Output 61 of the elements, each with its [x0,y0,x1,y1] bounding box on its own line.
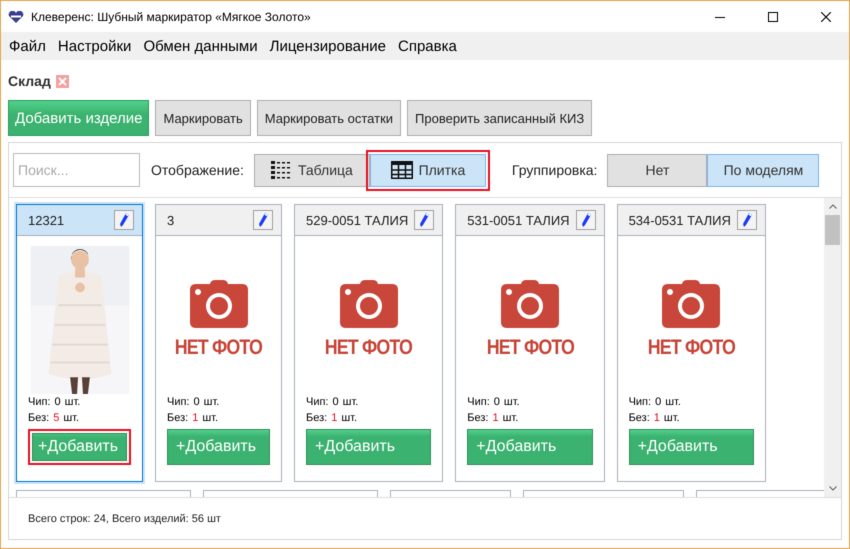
tile-title: 534-0531 ТАЛИЯ [628,212,731,228]
stat-count: 1 [654,412,660,424]
stat-unit: шт. [202,412,218,424]
stat-label: Без: [467,412,488,424]
stat-label: Без: [28,412,50,424]
grouping-toggle[interactable]: Нет [607,154,708,186]
view-toggle[interactable]: Таблица [254,154,370,186]
tile-title: 3 [167,212,176,228]
stat-count: 5 [53,412,60,424]
product-tile[interactable]: 529-0051 ТАЛИЯ НЕТ ФОТО Чип: 0 шт. Без: 1 шт. +Добавить [294,204,444,482]
grouping-toggle[interactable]: По моделям [707,154,820,186]
no-photo-label: НЕТ ФОТО [486,336,574,360]
stat-count: 0 [655,396,662,408]
stat-count: 0 [332,396,339,408]
stat-label: Без: [628,412,650,424]
stat-label: Чип: [467,396,490,408]
menu-item[interactable]: Настройки [52,38,138,54]
section-title: Склад [8,73,51,89]
stat-count: 0 [194,396,200,408]
menu-item[interactable]: Файл [3,38,52,54]
toolbar-button[interactable]: Маркировать остатки [256,100,402,136]
stat-label: Чип: [28,396,50,408]
window-title: Клеверенс: Шубный маркиратор «Мягкое Золото» [31,10,312,24]
tile-title: 12321 [28,212,66,228]
grouping-label: Группировка: [512,162,598,178]
menu-item[interactable]: Справка [392,38,463,54]
product-tile[interactable]: 12321 Чип: 0 шт. Без: 5 шт. +Добавить [16,204,143,482]
toolbar-button[interactable]: Проверить записанный КИЗ [407,100,592,136]
stat-count: 0 [54,396,61,408]
stat-unit: шт. [342,396,358,408]
stat-label: Без: [167,412,188,424]
stat-count: 1 [331,412,338,424]
toolbar-button[interactable]: Маркировать [155,100,251,136]
stat-count: 0 [494,396,500,408]
no-photo-label: НЕТ ФОТО [174,336,262,360]
stat-count: 1 [492,412,499,424]
stat-label: Чип: [628,396,652,408]
stat-label: Чип: [306,396,328,408]
status-text: Всего строк: 24, Всего изделий: 56 шт [28,512,221,524]
stat-unit: шт. [63,412,80,424]
stat-unit: шт. [502,412,518,424]
menu-item[interactable]: Обмен данными [137,38,264,54]
stat-label: Без: [306,412,328,424]
stat-unit: шт. [64,396,80,408]
stat-unit: шт. [504,396,520,408]
stat-label: Чип: [167,396,190,408]
no-photo-label: НЕТ ФОТО [324,336,412,360]
stat-unit: шт. [204,396,220,408]
display-label: Отображение: [151,162,244,178]
search-field[interactable]: Поиск... [13,153,140,187]
product-tile[interactable]: 531-0051 ТАЛИЯ НЕТ ФОТО Чип: 0 шт. Без: 1 шт. +Добавить [455,204,605,482]
tile-title: 529-0051 ТАЛИЯ [306,212,408,228]
tile-title: 531-0051 ТАЛИЯ [467,212,570,228]
stat-unit: шт. [664,412,680,424]
stat-unit: шт. [665,396,681,408]
stat-unit: шт. [341,412,358,424]
product-tile[interactable]: 534-0531 ТАЛИЯ НЕТ ФОТО Чип: 0 шт. Без: 1 шт. +Добавить [616,204,766,482]
product-tile[interactable]: 3 НЕТ ФОТО Чип: 0 шт. Без: 1 шт. +Добавить [155,204,282,482]
no-photo-label: НЕТ ФОТО [648,336,735,360]
menu-item[interactable]: Лицензирование [264,38,392,54]
stat-count: 1 [192,412,198,424]
